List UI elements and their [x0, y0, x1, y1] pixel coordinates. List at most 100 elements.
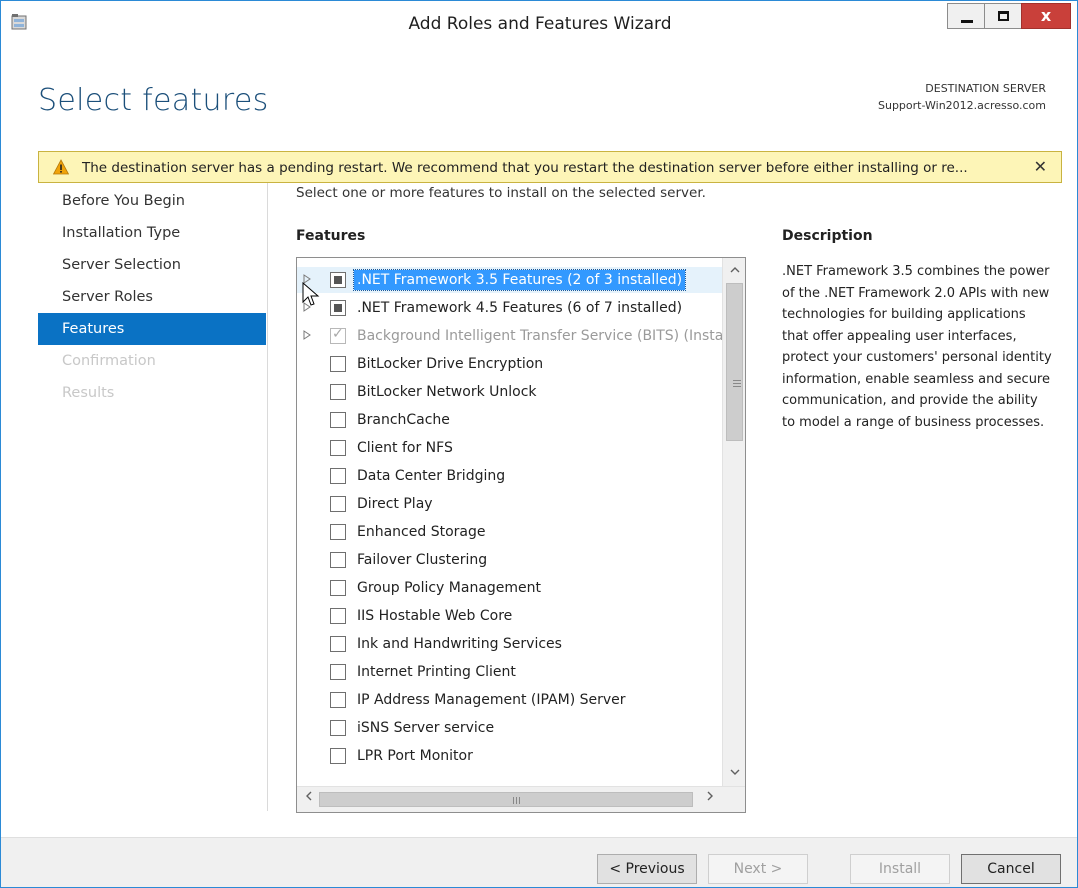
- feature-checkbox[interactable]: [330, 552, 346, 568]
- feature-row[interactable]: ✓ Background Intelligent Transfer Service…: [297, 323, 731, 349]
- nav-item-features[interactable]: Features: [38, 313, 266, 345]
- grip-icon: [733, 380, 741, 389]
- feature-label: Data Center Bridging: [357, 468, 506, 484]
- maximize-icon: [998, 11, 1009, 21]
- wizard-steps-nav: Before You Begin Installation Type Server …: [38, 185, 266, 409]
- feature-row[interactable]: .NET Framework 3.5 Features (2 of 3 inst…: [297, 267, 722, 293]
- wizard-footer: < Previous Next > Install Cancel: [1, 837, 1077, 887]
- window-controls: x: [947, 3, 1071, 33]
- feature-label: LPR Port Monitor: [357, 748, 473, 764]
- feature-checkbox[interactable]: [330, 664, 346, 680]
- feature-row[interactable]: BitLocker Network Unlock: [297, 379, 722, 405]
- nav-divider: [267, 183, 268, 811]
- feature-label: Ink and Handwriting Services: [357, 636, 562, 652]
- destination-server-label: DESTINATION SERVER: [925, 82, 1046, 95]
- feature-row[interactable]: LPR Port Monitor: [297, 743, 722, 769]
- feature-checkbox[interactable]: [330, 356, 346, 372]
- scroll-down-button[interactable]: [723, 762, 745, 784]
- feature-label: Internet Printing Client: [357, 664, 516, 680]
- feature-checkbox[interactable]: [330, 384, 346, 400]
- grip-icon: [513, 797, 522, 804]
- vertical-scrollbar[interactable]: [722, 258, 745, 786]
- nav-item-server-selection[interactable]: Server Selection: [38, 249, 266, 281]
- feature-checkbox[interactable]: [330, 524, 346, 540]
- feature-label: iSNS Server service: [357, 720, 495, 736]
- feature-label: BranchCache: [357, 412, 450, 428]
- feature-checkbox[interactable]: [330, 580, 346, 596]
- cancel-button[interactable]: Cancel: [961, 854, 1061, 884]
- feature-checkbox[interactable]: [330, 272, 346, 288]
- nav-item-installation-type[interactable]: Installation Type: [38, 217, 266, 249]
- feature-row[interactable]: BranchCache: [297, 407, 722, 433]
- nav-item-before-you-begin[interactable]: Before You Begin: [38, 185, 266, 217]
- feature-checkbox[interactable]: [330, 720, 346, 736]
- feature-row[interactable]: iSNS Server service: [297, 715, 722, 741]
- title-bar[interactable]: Add Roles and Features Wizard x: [1, 1, 1077, 49]
- feature-label: .NET Framework 4.5 Features (6 of 7 inst…: [357, 300, 683, 316]
- scroll-left-button[interactable]: [299, 790, 319, 805]
- pending-restart-warning: The destination server has a pending res…: [38, 151, 1062, 183]
- feature-row[interactable]: Direct Play: [297, 491, 722, 517]
- chevron-down-icon: [730, 769, 739, 775]
- feature-row[interactable]: IIS Hostable Web Core: [297, 603, 722, 629]
- feature-row[interactable]: Group Policy Management: [297, 575, 722, 601]
- feature-row[interactable]: Data Center Bridging: [297, 463, 722, 489]
- feature-checkbox[interactable]: [330, 496, 346, 512]
- feature-label: Background Intelligent Transfer Service …: [357, 328, 732, 344]
- minimize-icon: [961, 20, 973, 23]
- mouse-cursor-icon: [302, 282, 320, 306]
- wizard-window: Add Roles and Features Wizard x Select f…: [0, 0, 1078, 888]
- maximize-button[interactable]: [984, 3, 1022, 29]
- expand-arrow-icon[interactable]: [302, 329, 312, 341]
- previous-button[interactable]: < Previous: [597, 854, 697, 884]
- feature-label: IP Address Management (IPAM) Server: [357, 692, 626, 708]
- feature-row[interactable]: Internet Printing Client: [297, 659, 722, 685]
- description-heading: Description: [782, 228, 873, 244]
- chevron-right-icon: [707, 791, 713, 801]
- vertical-scroll-thumb[interactable]: [726, 283, 743, 441]
- nav-item-server-roles[interactable]: Server Roles: [38, 281, 266, 313]
- feature-checkbox: ✓: [330, 326, 346, 344]
- close-icon: x: [1040, 6, 1052, 25]
- feature-checkbox[interactable]: [330, 748, 346, 764]
- feature-checkbox[interactable]: [330, 300, 346, 316]
- chevron-left-icon: [306, 791, 312, 801]
- description-text: .NET Framework 3.5 combines the power of…: [782, 264, 1052, 430]
- feature-row[interactable]: Ink and Handwriting Services: [297, 631, 722, 657]
- warning-text: The destination server has a pending res…: [82, 160, 968, 176]
- feature-row[interactable]: Failover Clustering: [297, 547, 722, 573]
- next-button[interactable]: Next >: [708, 854, 808, 884]
- feature-row[interactable]: IP Address Management (IPAM) Server: [297, 687, 722, 713]
- feature-checkbox[interactable]: [330, 692, 346, 708]
- page-title: Select features: [38, 83, 269, 118]
- feature-row[interactable]: Enhanced Storage: [297, 519, 722, 545]
- scroll-right-button[interactable]: [700, 790, 720, 805]
- feature-checkbox[interactable]: [330, 440, 346, 456]
- feature-label: IIS Hostable Web Core: [357, 608, 513, 624]
- feature-checkbox[interactable]: [330, 412, 346, 428]
- feature-row[interactable]: .NET Framework 4.5 Features (6 of 7 inst…: [297, 295, 722, 321]
- install-button[interactable]: Install: [850, 854, 950, 884]
- warning-close-icon[interactable]: ✕: [1034, 157, 1047, 176]
- instruction-text: Select one or more features to install o…: [296, 185, 706, 201]
- feature-row[interactable]: BitLocker Drive Encryption: [297, 351, 722, 377]
- destination-server-name: Support-Win2012.acresso.com: [878, 99, 1046, 112]
- feature-row[interactable]: Client for NFS: [297, 435, 722, 461]
- features-tree[interactable]: .NET Framework 3.5 Features (2 of 3 inst…: [296, 257, 746, 813]
- feature-label: Group Policy Management: [357, 580, 542, 596]
- horizontal-scroll-thumb[interactable]: [319, 792, 693, 807]
- feature-label: Direct Play: [357, 496, 433, 512]
- close-button[interactable]: x: [1021, 3, 1071, 29]
- minimize-button[interactable]: [947, 3, 985, 29]
- feature-checkbox[interactable]: [330, 468, 346, 484]
- feature-label: Failover Clustering: [357, 552, 488, 568]
- feature-label: Enhanced Storage: [357, 524, 486, 540]
- feature-label: .NET Framework 3.5 Features (2 of 3 inst…: [352, 269, 687, 291]
- feature-label: Client for NFS: [357, 440, 453, 456]
- feature-checkbox[interactable]: [330, 636, 346, 652]
- scroll-up-button[interactable]: [723, 260, 745, 282]
- checkmark-icon: ✓: [332, 326, 344, 342]
- horizontal-scrollbar[interactable]: [297, 786, 745, 812]
- feature-checkbox[interactable]: [330, 608, 346, 624]
- chevron-up-icon: [730, 267, 739, 273]
